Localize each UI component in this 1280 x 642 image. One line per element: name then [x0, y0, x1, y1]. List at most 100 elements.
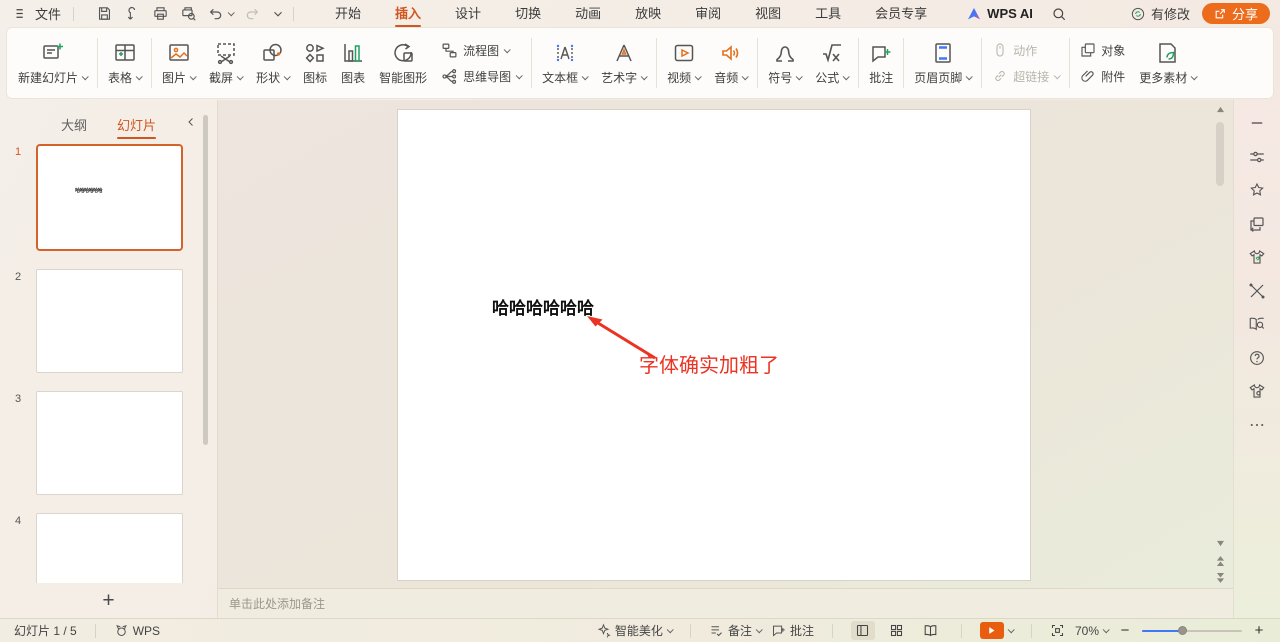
- transition-panel-icon[interactable]: [1248, 215, 1266, 233]
- find-assets-icon[interactable]: [1248, 315, 1266, 333]
- tab-outline[interactable]: 大纲: [61, 115, 87, 139]
- ribbon-divider: [1069, 38, 1070, 88]
- fit-to-screen-icon[interactable]: [1050, 623, 1065, 638]
- textbox-button[interactable]: 文本框: [535, 28, 594, 98]
- screenshot-label: 截屏: [209, 69, 233, 86]
- slide-thumbnail-3[interactable]: [36, 391, 183, 495]
- notes-toggle-button[interactable]: 备注: [709, 622, 761, 639]
- comment-button[interactable]: 批注: [862, 28, 900, 98]
- formula-button[interactable]: 公式: [808, 28, 855, 98]
- smart-tools-icon[interactable]: [1248, 282, 1266, 300]
- flowchart-button[interactable]: 流程图: [441, 42, 521, 59]
- header-footer-button[interactable]: 页眉页脚: [907, 28, 978, 98]
- slide-thumbnail-4[interactable]: [36, 513, 183, 583]
- undo-button[interactable]: [208, 6, 233, 22]
- shapes-button[interactable]: 形状: [249, 28, 296, 98]
- screenshot-button[interactable]: 截屏: [202, 28, 249, 98]
- tab-member[interactable]: 会员专享: [858, 0, 944, 28]
- slide-canvas[interactable]: 哈哈哈哈哈哈 字体确实加粗了: [398, 110, 1030, 580]
- wps-ai-button[interactable]: WPS AI: [966, 6, 1033, 22]
- tab-review[interactable]: 审阅: [678, 0, 738, 28]
- tab-slideshow[interactable]: 放映: [618, 0, 678, 28]
- smart-graphics-label: 智能图形: [379, 69, 427, 86]
- divider: [73, 7, 74, 21]
- table-button[interactable]: 表格: [101, 28, 148, 98]
- zoom-in-button[interactable]: +: [1252, 622, 1266, 639]
- tab-animation[interactable]: 动画: [558, 0, 618, 28]
- wps-mascot-icon: [114, 623, 129, 638]
- header-footer-label: 页眉页脚: [914, 69, 962, 86]
- properties-icon[interactable]: [1248, 148, 1266, 166]
- picture-button[interactable]: 图片: [155, 28, 202, 98]
- mindmap-button[interactable]: 思维导图: [441, 68, 521, 85]
- slide-sorter-view-button[interactable]: [885, 621, 909, 640]
- symbol-button[interactable]: 符号: [761, 28, 808, 98]
- smart-graphics-button[interactable]: 智能图形: [372, 28, 434, 98]
- next-slide-icon[interactable]: [1214, 572, 1226, 582]
- smart-beautify-button[interactable]: 智能美化: [596, 622, 672, 639]
- tab-slides[interactable]: 幻灯片: [117, 115, 156, 139]
- collapse-sidebar-icon[interactable]: [1248, 114, 1266, 132]
- video-button[interactable]: 视频: [660, 28, 707, 98]
- material-library-icon[interactable]: [1248, 248, 1266, 266]
- print-icon[interactable]: [152, 5, 169, 22]
- add-slide-button[interactable]: +: [0, 590, 217, 612]
- table-icon: [113, 41, 137, 65]
- comment-toggle-button[interactable]: 批注: [771, 622, 814, 639]
- zoom-slider-handle[interactable]: [1178, 626, 1187, 635]
- play-icon[interactable]: [980, 622, 1004, 639]
- tab-home[interactable]: 开始: [318, 0, 378, 28]
- thumbnail-scrollbar[interactable]: [203, 115, 208, 445]
- more-options-icon[interactable]: [1248, 416, 1266, 434]
- tab-insert[interactable]: 插入: [378, 0, 438, 28]
- export-pdf-icon[interactable]: [124, 5, 141, 22]
- print-preview-icon[interactable]: [180, 5, 197, 22]
- slide-thumbnail-1[interactable]: 哈哈哈哈哈哈: [36, 144, 183, 251]
- tab-tools[interactable]: 工具: [798, 0, 858, 28]
- modified-status[interactable]: 有修改: [1130, 4, 1190, 23]
- scroll-up-icon[interactable]: [1214, 104, 1226, 114]
- object-button[interactable]: 对象: [1080, 42, 1125, 59]
- zoom-out-button[interactable]: −: [1118, 622, 1132, 639]
- annotation-arrow[interactable]: [398, 110, 1030, 580]
- vertical-scrollbar[interactable]: [1213, 100, 1227, 588]
- skin-settings-icon[interactable]: [1248, 382, 1266, 400]
- file-menu-label[interactable]: 文件: [35, 4, 61, 23]
- attachment-button[interactable]: 附件: [1080, 68, 1125, 85]
- zoom-slider[interactable]: [1142, 624, 1242, 638]
- undo-dropdown-caret-icon[interactable]: [228, 9, 235, 16]
- canvas-workspace: 哈哈哈哈哈哈 字体确实加粗了: [218, 100, 1233, 588]
- share-button[interactable]: 分享: [1202, 3, 1270, 24]
- divider: [293, 7, 294, 21]
- audio-button[interactable]: 音频: [707, 28, 754, 98]
- scroll-down-icon[interactable]: [1214, 538, 1226, 548]
- tab-design[interactable]: 设计: [438, 0, 498, 28]
- wps-mascot-button[interactable]: WPS: [114, 623, 160, 638]
- tab-transition[interactable]: 切换: [498, 0, 558, 28]
- previous-slide-icon[interactable]: [1214, 556, 1226, 566]
- chart-button[interactable]: 图表: [334, 28, 372, 98]
- save-icon[interactable]: [96, 5, 113, 22]
- slide-thumbnail-2[interactable]: [36, 269, 183, 373]
- new-slide-button[interactable]: 新建幻灯片: [11, 28, 94, 98]
- help-icon[interactable]: [1248, 349, 1266, 367]
- file-menu[interactable]: 文件: [10, 4, 65, 23]
- play-slideshow-button[interactable]: [980, 622, 1013, 639]
- tab-view[interactable]: 视图: [738, 0, 798, 28]
- play-dropdown-caret-icon[interactable]: [1008, 626, 1015, 633]
- reading-view-button[interactable]: [919, 621, 943, 640]
- zoom-level-button[interactable]: 70%: [1075, 624, 1108, 638]
- annotation-text[interactable]: 字体确实加粗了: [639, 349, 779, 378]
- collapse-panel-icon[interactable]: [185, 116, 197, 128]
- normal-view-button[interactable]: [851, 621, 875, 640]
- icon-library-button[interactable]: 图标: [296, 28, 334, 98]
- more-assets-button[interactable]: 更多素材: [1132, 28, 1203, 98]
- slide-text[interactable]: 哈哈哈哈哈哈: [492, 294, 594, 319]
- effects-star-icon[interactable]: [1248, 181, 1266, 199]
- wordart-button[interactable]: 艺术字: [594, 28, 653, 98]
- search-icon[interactable]: [1051, 6, 1067, 22]
- hamburger-menu-icon[interactable]: [14, 6, 29, 21]
- notes-input[interactable]: 单击此处添加备注: [218, 588, 1233, 618]
- quickbar-customize-icon[interactable]: [271, 7, 285, 21]
- scrollbar-thumb[interactable]: [1216, 122, 1224, 186]
